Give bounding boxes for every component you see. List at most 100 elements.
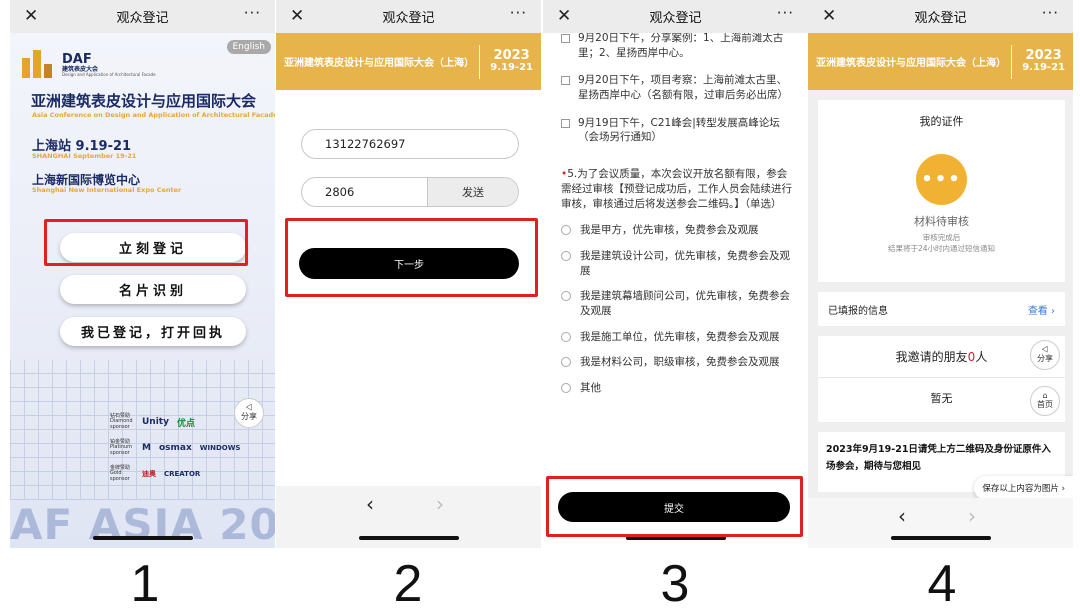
step-number-4: 4 [927,555,957,613]
more-icon[interactable]: ··· [510,4,527,22]
status-subtext-line: 结果将于24小时内通过短信通知 [887,243,996,253]
event-banner: 亚洲建筑表皮设计与应用国际大会（上海） 2023 9.19-21 [276,33,541,90]
radio-button[interactable] [561,331,571,342]
question-5: •5.为了会议质量，本次会议开放名额有限，参会需经过审核【预登记成功后，工作人员… [561,167,794,211]
forward-icon[interactable]: › [436,492,444,516]
conference-title-en: Asia Conference on Design and Applicatio… [32,111,275,119]
radio-label: 我是施工单位，优先审核，免费参会及观展 [580,330,780,343]
sponsor-list: 钻石赞助 Diamond sponsor Unity 优点 铂金赞助 Plati… [110,410,275,488]
radio-label: 我是材料公司，职级审核，免费参会及观展 [580,356,780,369]
radio-button[interactable] [561,291,571,302]
close-icon[interactable]: ✕ [24,6,38,26]
back-icon[interactable]: ‹ [898,504,906,528]
highlight-box [44,219,248,266]
banner-event-name: 亚洲建筑表皮设计与应用国际大会（上海） [816,58,1006,69]
phone-screen-4: ✕ 观众登记 ··· 亚洲建筑表皮设计与应用国际大会（上海） 2023 9.19… [808,0,1073,548]
radio-button[interactable] [561,357,571,368]
filled-info-label: 已填报的信息 [828,305,888,317]
phone-screen-1: ✕ 观众登记 ··· English DAF 建筑表皮大会 Design and… [10,0,275,548]
open-receipt-button[interactable]: 我已登记，打开回执 [60,317,246,346]
conference-title-cn: 亚洲建筑表皮设计与应用国际大会 [31,92,257,110]
title-bar: ✕ 观众登记 ··· [276,0,541,33]
phone-number-value: 13122762697 [325,137,406,151]
banner-divider [479,44,481,79]
invited-friends-card: 我邀请的朋友0人 暂无 [818,336,1065,422]
checkbox-option[interactable]: 9月20日下午，分享案例：1、上海前滩太古里；2、星扬西岸中心。 [561,31,794,60]
checkbox[interactable] [561,34,570,43]
checkbox[interactable] [561,118,570,128]
radio-button[interactable] [561,250,571,261]
sponsor-row-platinum: 铂金赞助 Platinum sponsor M osmax WINDOWS [110,436,275,460]
close-icon[interactable]: ✕ [822,6,836,26]
verification-code-input[interactable]: 2806 发送 [301,177,519,207]
daf-logo: DAF 建筑表皮大会 Design and Application of Arc… [22,50,156,78]
forward-icon[interactable]: › [968,504,976,528]
sponsor-logo: Unity [142,417,169,427]
title-bar: ✕ 观众登记 ··· [808,0,1073,33]
home-indicator [92,536,193,540]
status-subtext-line: 审核完成后 [922,233,961,242]
filled-info-card[interactable]: 已填报的信息 查看 › [818,292,1065,326]
checkbox-option[interactable]: 9月20日下午，项目考察：上海前滩太古里、星扬西岸中心（名额有限，过审后务必出席… [561,73,794,102]
city-date-en: SHANGHAI September 19-21 [32,152,137,160]
registration-form: 9月20日下午，分享案例：1、上海前滩太古里；2、星扬西岸中心。 9月20日下午… [543,31,808,407]
highlight-box [285,218,538,297]
radio-option[interactable]: 其他 [561,381,794,396]
daf-logo-mark [22,50,56,78]
radio-option[interactable]: 我是施工单位，优先审核，免费参会及观展 [561,330,794,345]
radio-option[interactable]: 我是甲方，优先审核，免费参会及观展 [561,223,794,238]
radio-option[interactable]: 我是建筑设计公司，优先审核，免费参会及观展 [561,249,794,278]
radio-button[interactable] [561,225,571,236]
more-icon[interactable]: ··· [244,4,261,22]
save-as-image-button[interactable]: 保存以上内容为图片 › [974,476,1073,500]
home-indicator [358,536,459,540]
checkbox[interactable] [561,76,570,86]
radio-option[interactable]: 我是材料公司，职级审核，免费参会及观展 [561,355,794,370]
sponsor-logo: osmax [158,443,192,453]
checkbox-label: 9月20日下午，分享案例：1、上海前滩太古里；2、星扬西岸中心。 [578,32,784,59]
sponsor-logo: M [142,443,151,453]
more-icon[interactable]: ··· [1042,4,1059,22]
poster-watermark: AF ASIA 2023 [10,500,275,548]
checkbox-option[interactable]: 9月19日下午，C21峰会|转型发展高峰论坛（会场另行通知） [561,116,794,145]
radio-label: 其他 [580,382,601,394]
sponsor-row-gold: 金牌赞助 Gold sponsor 迪奥 CREATOR [110,462,275,486]
checkbox-label: 9月19日下午，C21峰会|转型发展高峰论坛（会场另行通知） [578,116,780,144]
close-icon[interactable]: ✕ [290,6,304,26]
close-icon[interactable]: ✕ [557,6,571,26]
banner-dates: 9.19-21 [490,62,533,74]
share-button[interactable]: ⨞ 分享 [1030,340,1060,370]
banner-year: 2023 [1025,48,1062,64]
phone-number-input[interactable]: 13122762697 [301,129,519,159]
status-text: 材料待审核 [914,215,969,228]
invite-suffix: 人 [975,350,988,364]
step-number-1: 1 [130,555,160,613]
radio-button[interactable] [561,383,571,393]
checkbox-label: 9月20日下午，项目考察：上海前滩太古里、星扬西岸中心（名额有限，过审后务必出席… [578,74,788,102]
home-label: 首页 [1037,400,1053,409]
radio-label: 我是建筑幕墙顾问公司，优先审核，免费参会及观展 [580,290,790,317]
send-code-button[interactable]: 发送 [427,178,518,206]
english-toggle[interactable]: English [226,40,271,54]
more-icon[interactable]: ··· [777,4,794,22]
sponsor-tier-label: 铂金赞助 Platinum sponsor [110,438,133,456]
view-info-link[interactable]: 查看 › [1028,302,1055,317]
step-number-2: 2 [393,555,423,613]
my-certificate-title: 我的证件 [919,115,964,128]
business-card-scan-button[interactable]: 名片识别 [60,275,246,304]
sponsor-logo: 优点 [176,418,195,429]
status-subtext: 审核完成后 结果将于24小时内通过短信通知 [818,233,1065,255]
sponsor-tier-label: 金牌赞助 Gold sponsor [110,464,131,482]
radio-option[interactable]: 我是建筑幕墙顾问公司，优先审核，免费参会及观展 [561,289,794,318]
banner-event-name: 亚洲建筑表皮设计与应用国际大会（上海） [284,58,474,69]
logo-sub-en: Design and Application of Architectural … [62,72,156,78]
no-friends-text: 暂无 [930,392,953,405]
phone-screen-3: ✕ 观众登记 ··· 9月20日下午，分享案例：1、上海前滩太古里；2、星扬西岸… [543,0,808,548]
sponsor-logo: WINDOWS [199,444,241,452]
event-banner: 亚洲建筑表皮设计与应用国际大会（上海） 2023 9.19-21 [808,33,1073,90]
home-button[interactable]: ⌂ 首页 [1030,386,1060,416]
back-icon[interactable]: ‹ [366,492,374,516]
my-certificate-card: 我的证件 ••• 材料待审核 审核完成后 结果将于24小时内通过短信通知 [818,100,1065,282]
highlight-box [546,476,803,537]
share-label: 分享 [1037,354,1053,363]
